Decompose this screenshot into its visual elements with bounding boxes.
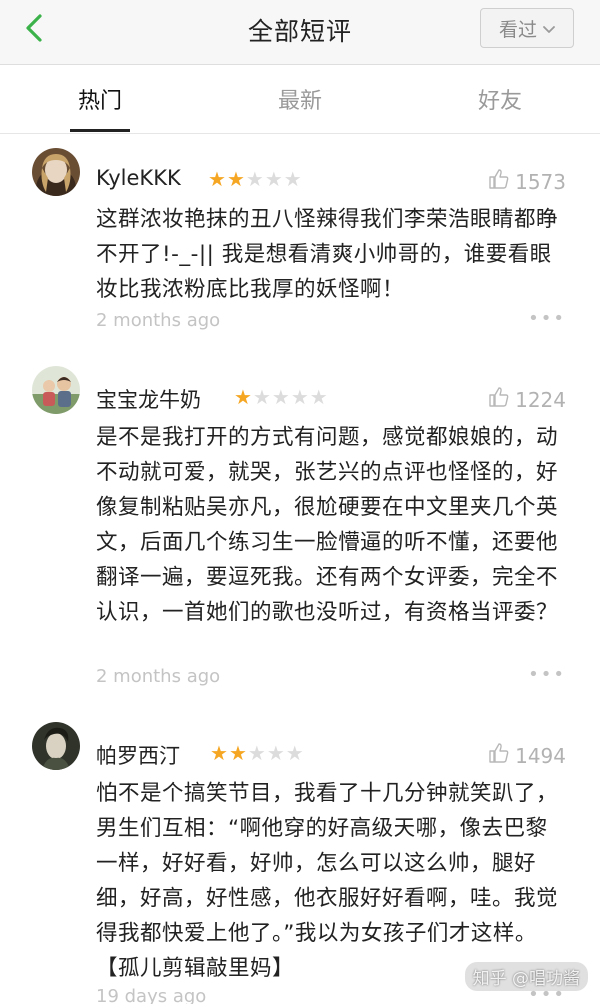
star-filled-icon: ★: [210, 741, 228, 765]
star-empty-icon: ★: [247, 741, 266, 765]
more-options-icon[interactable]: •••: [528, 308, 566, 329]
star-empty-icon: ★: [266, 741, 285, 765]
more-options-icon[interactable]: •••: [528, 664, 566, 685]
avatar[interactable]: [32, 722, 80, 770]
screen: 全部短评 看过 热门 最新 好友 KyleKKK ★ ★ ★ ★ ★ 1573 …: [0, 0, 600, 1004]
star-empty-icon: ★: [309, 385, 328, 409]
watched-filter-button[interactable]: 看过: [480, 8, 574, 48]
nav-bar: 全部短评 看过: [0, 0, 600, 65]
star-empty-icon: ★: [252, 385, 271, 409]
review-username[interactable]: 帕罗西汀: [96, 740, 180, 770]
star-filled-icon: ★: [208, 167, 226, 191]
avatar[interactable]: [32, 366, 80, 414]
review-username[interactable]: 宝宝龙牛奶: [96, 384, 201, 414]
tab-hot[interactable]: 热门: [0, 65, 200, 133]
like-button[interactable]: 1573: [487, 167, 566, 196]
review-text: 怕不是个搞笑节目，我看了十几分钟就笑趴了，男生们互相：“啊他穿的好高级天哪，像去…: [96, 781, 559, 981]
watermark: 知乎 @唱功酱: [464, 962, 588, 991]
star-rating: ★ ★ ★ ★ ★: [208, 169, 302, 189]
thumbs-up-icon: [487, 167, 511, 196]
avatar[interactable]: [32, 148, 80, 196]
watermark-text: 知乎 @唱功酱: [472, 969, 580, 989]
star-filled-icon: ★: [234, 385, 252, 409]
star-empty-icon: ★: [271, 385, 290, 409]
star-filled-icon: ★: [226, 167, 245, 191]
thumbs-up-icon: [487, 741, 511, 770]
active-tab-indicator: [70, 129, 130, 132]
like-count: 1573: [515, 169, 566, 194]
review-username[interactable]: KyleKKK: [96, 166, 181, 190]
tab-friends[interactable]: 好友: [400, 65, 600, 133]
review-timestamp: 2 months ago: [96, 666, 221, 687]
review-timestamp: 2 months ago: [96, 310, 221, 331]
like-button[interactable]: 1494: [487, 741, 566, 770]
tab-latest[interactable]: 最新: [200, 65, 400, 133]
star-empty-icon: ★: [290, 385, 309, 409]
chevron-down-icon: [543, 17, 555, 39]
star-empty-icon: ★: [264, 167, 283, 191]
star-filled-icon: ★: [228, 741, 247, 765]
tab-bar: 热门 最新 好友: [0, 65, 600, 134]
review-timestamp: 19 days ago: [96, 986, 207, 1004]
like-count: 1224: [515, 387, 566, 412]
thumbs-up-icon: [487, 385, 511, 414]
watched-filter-label: 看过: [498, 18, 537, 41]
star-empty-icon: ★: [285, 741, 304, 765]
star-rating: ★ ★ ★ ★ ★: [234, 387, 328, 407]
like-count: 1494: [515, 743, 566, 768]
star-empty-icon: ★: [283, 167, 302, 191]
like-button[interactable]: 1224: [487, 385, 566, 414]
star-rating: ★ ★ ★ ★ ★: [210, 743, 304, 763]
review-text: 是不是我打开的方式有问题，感觉都娘娘的，动不动就可爱，就哭，张艺兴的点评也怪怪的…: [96, 425, 559, 625]
star-empty-icon: ★: [245, 167, 264, 191]
review-text: 这群浓妆艳抹的丑八怪辣得我们李荣浩眼睛都睁不开了!-_-|| 我是想看清爽小帅哥…: [96, 207, 559, 302]
